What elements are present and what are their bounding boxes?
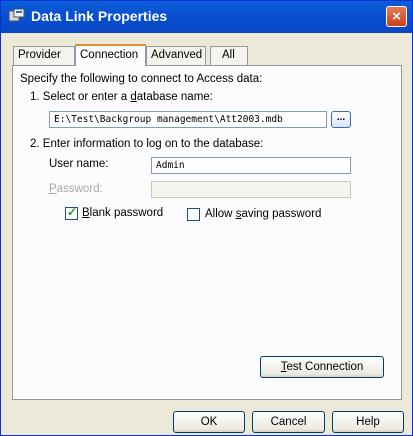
data-link-icon xyxy=(9,9,25,22)
allow-saving-password-label[interactable]: Allow saving password xyxy=(205,208,321,220)
blank-password-checkbox[interactable]: ✓ xyxy=(65,205,78,220)
cancel-button[interactable]: Cancel xyxy=(252,411,325,433)
test-connection-button[interactable]: Test Connection xyxy=(260,356,384,378)
connection-panel: Specify the following to connect to Acce… xyxy=(12,65,402,400)
allow-saving-password-checkbox[interactable] xyxy=(187,208,200,221)
password-label: Password: xyxy=(49,183,103,195)
dialog-window: Data Link Properties × Provider Connecti… xyxy=(0,0,413,436)
tab-all[interactable]: All xyxy=(210,46,248,65)
blank-password-label[interactable]: Blank password xyxy=(82,207,163,219)
checkmark-icon: ✓ xyxy=(67,205,78,219)
tab-provider[interactable]: Provider xyxy=(13,46,75,65)
window-title: Data Link Properties xyxy=(31,8,168,24)
password-input[interactable] xyxy=(151,181,351,198)
step2-label: 2. Enter information to log on to the da… xyxy=(30,138,264,150)
intro-text: Specify the following to connect to Acce… xyxy=(20,73,263,85)
title-bar[interactable]: Data Link Properties × xyxy=(1,1,412,33)
browse-button[interactable]: ... xyxy=(331,111,351,128)
username-input[interactable]: Admin xyxy=(151,157,351,174)
help-button[interactable]: Help xyxy=(332,411,404,433)
ellipsis-icon: ... xyxy=(336,112,346,123)
close-icon: × xyxy=(392,8,401,25)
step1-label: 1. Select or enter a database name: xyxy=(30,91,213,103)
close-button[interactable]: × xyxy=(386,6,407,27)
tab-advanced[interactable]: Advanved xyxy=(146,46,206,65)
ok-button[interactable]: OK xyxy=(173,411,245,433)
database-name-input[interactable]: E:\Test\Backgroup management\Att2003.mdb xyxy=(49,111,327,128)
tab-connection[interactable]: Connection xyxy=(75,44,146,66)
username-label: User name: xyxy=(49,158,109,170)
